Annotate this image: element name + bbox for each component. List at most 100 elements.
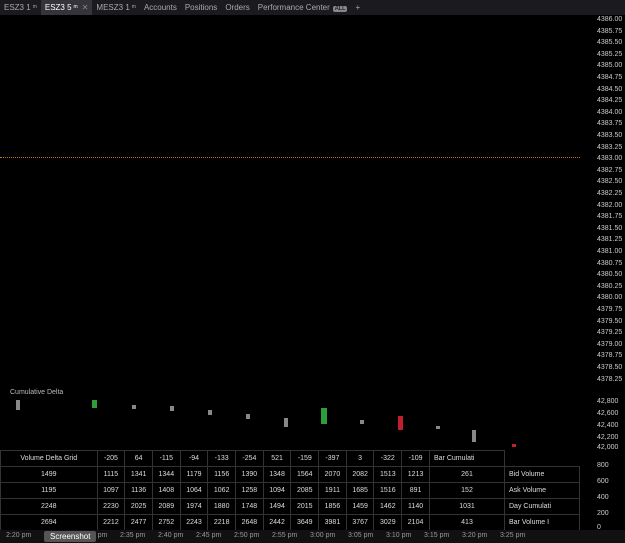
footprint-cell xyxy=(238,185,264,196)
price-label: 4384.50 xyxy=(597,85,623,93)
tab-mesz3-1m[interactable]: MESZ3 1m xyxy=(92,0,140,15)
footprint-cell xyxy=(238,150,264,161)
row-label: Bar Volume I xyxy=(504,514,580,531)
table-cell: -94 xyxy=(179,450,209,467)
table-cell: 3649 xyxy=(290,514,320,531)
footprint-cell xyxy=(200,178,226,189)
table-cell: 2104 xyxy=(401,514,430,531)
table-cell: 2648 xyxy=(235,514,264,531)
table-cell: 1258 xyxy=(235,482,264,499)
footprint-cell xyxy=(10,303,36,314)
table-cell: 1140 xyxy=(401,498,430,515)
price-label: 4385.00 xyxy=(597,62,623,70)
price-label: 4385.50 xyxy=(597,39,623,47)
price-label: 4383.00 xyxy=(597,155,623,163)
price-label: 4384.25 xyxy=(597,97,623,105)
table-cell: 3 xyxy=(345,450,375,467)
footprint-cell xyxy=(86,230,112,241)
tab-esz3-5m[interactable]: ESZ3 5 m ✕ xyxy=(40,0,93,15)
time-label: 3:25 pm xyxy=(500,532,526,539)
tab-esz3-1m[interactable]: ESZ3 1m xyxy=(0,0,41,15)
table-cell: Volume Delta Grid xyxy=(0,450,98,467)
cd-axis-label: 42,400 xyxy=(597,422,619,429)
cd-bar xyxy=(472,430,476,442)
cd-bar xyxy=(436,426,440,429)
footprint-cell xyxy=(86,311,112,322)
table-cell: 1031 xyxy=(429,498,505,515)
footprint-cell xyxy=(86,265,112,276)
footprint-cell xyxy=(352,141,378,152)
footprint-cell xyxy=(314,50,340,61)
cd-bar xyxy=(246,414,250,419)
add-tab-button[interactable]: + xyxy=(351,3,364,12)
footprint-cell xyxy=(86,277,112,288)
footprint-cell xyxy=(276,113,302,124)
time-label: 3:10 pm xyxy=(386,532,412,539)
footprint-cell xyxy=(314,85,340,96)
table-cell: 2477 xyxy=(124,514,153,531)
footprint-cell xyxy=(390,118,416,129)
table-cell: 2218 xyxy=(207,514,237,531)
price-axis[interactable]: 4386.00 4385.75 4385.50 4385.25 4385.00 4384.… xyxy=(582,15,625,385)
table-cell: 1348 xyxy=(262,466,292,483)
table-cell: -205 xyxy=(96,450,126,467)
price-label: 4385.25 xyxy=(597,50,623,58)
price-label: 4380.50 xyxy=(597,271,623,279)
footprint-cell xyxy=(162,140,188,151)
table-cell: 1911 xyxy=(318,482,347,499)
table-cell: 1064 xyxy=(179,482,209,499)
footprint-cell xyxy=(276,101,302,112)
price-label: 4379.00 xyxy=(597,340,623,348)
table-cell: -109 xyxy=(401,450,430,467)
nav-positions[interactable]: Positions xyxy=(181,3,221,12)
row-label: Bar Cumulati xyxy=(429,450,505,467)
table-cell: 1390 xyxy=(235,466,264,483)
cd-bar xyxy=(92,400,97,408)
footprint-cell xyxy=(352,165,378,176)
footprint-cell xyxy=(276,159,302,170)
nav-performance-center[interactable]: Performance Center ALL xyxy=(254,3,352,12)
cumulative-delta-bars xyxy=(16,400,516,447)
footprint-cell xyxy=(428,166,454,177)
time-label: 2:45 pm xyxy=(196,532,222,539)
table-cell: 261 xyxy=(429,466,505,483)
footprint-cell xyxy=(10,349,36,360)
footprint-cell xyxy=(162,163,188,174)
footprint-cell xyxy=(238,173,264,184)
tab-label: MESZ3 1 xyxy=(96,3,130,12)
footprint-cell xyxy=(314,143,340,154)
footprint-cell xyxy=(390,107,416,118)
footprint-cell xyxy=(352,95,378,106)
tab-bar: ESZ3 1m ESZ3 5 m ✕ MESZ3 1m Accounts Posit… xyxy=(0,0,625,15)
footprint-cell xyxy=(466,158,492,169)
table-cell: -322 xyxy=(373,450,403,467)
table-cell: 2248 xyxy=(0,498,98,515)
nav-accounts[interactable]: Accounts xyxy=(140,3,181,12)
footprint-cell xyxy=(276,125,302,136)
footprint-cell xyxy=(276,183,302,194)
table-cell: 2230 xyxy=(96,498,126,515)
footprint-cell xyxy=(86,253,112,264)
footprint-cell xyxy=(10,315,36,326)
footprint-cell xyxy=(124,187,150,198)
grid-axis-label: 400 xyxy=(597,494,609,501)
footprint-chart[interactable] xyxy=(0,15,580,385)
price-label: 4386.00 xyxy=(597,16,623,23)
price-label: 4382.50 xyxy=(597,178,623,186)
close-icon[interactable]: ✕ xyxy=(82,0,89,15)
footprint-cell xyxy=(48,319,74,330)
cd-bar xyxy=(132,405,136,409)
table-cell: 2752 xyxy=(151,514,181,531)
table-cell: 2694 xyxy=(0,514,98,531)
footprint-cell xyxy=(48,285,74,296)
footprint-cell xyxy=(314,96,340,107)
footprint-cell xyxy=(466,147,492,158)
footprint-cell xyxy=(162,198,188,209)
footprint-cell xyxy=(10,257,36,268)
cd-bar xyxy=(321,408,327,424)
nav-orders[interactable]: Orders xyxy=(221,3,253,12)
screenshot-button[interactable]: Screenshot xyxy=(44,531,97,542)
price-label: 4379.25 xyxy=(597,329,623,337)
price-label: 4381.50 xyxy=(597,224,623,232)
price-label: 4381.75 xyxy=(597,213,623,221)
